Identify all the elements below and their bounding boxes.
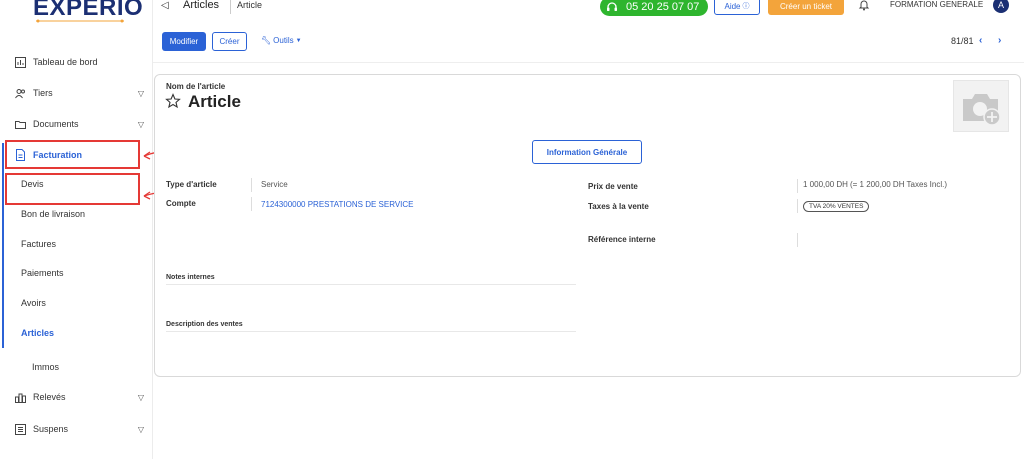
price-label: Prix de vente: [588, 182, 638, 191]
sidebar-item-paiements[interactable]: Paiements: [0, 262, 153, 284]
sidebar-item-releves[interactable]: Relevés ▽: [0, 386, 153, 408]
divider: [797, 179, 798, 193]
divider: [797, 233, 798, 247]
sidebar-item-label: Avoirs: [21, 298, 46, 308]
headset-icon: [607, 1, 617, 11]
chevron-down-icon[interactable]: ▽: [136, 425, 146, 434]
sidebar-item-label: Tiers: [33, 88, 53, 98]
sidebar-item-documents[interactable]: Documents ▽: [0, 113, 153, 135]
article-name[interactable]: Article: [188, 92, 241, 112]
article-name-label: Nom de l'article: [166, 82, 226, 91]
tax-tag[interactable]: TVA 20% VENTES: [803, 201, 870, 212]
bell-icon[interactable]: [858, 0, 870, 11]
notes-field[interactable]: [166, 284, 576, 285]
folder-icon: [13, 117, 27, 131]
sidebar-item-immos[interactable]: Immos: [0, 356, 153, 378]
app-root: EXPERIO Tableau de bord Tiers ▽ Document…: [0, 0, 1024, 459]
create-button[interactable]: Créer: [212, 32, 247, 51]
modify-button[interactable]: Modifier: [162, 32, 206, 51]
breadcrumb-current: Article: [237, 0, 263, 10]
list-icon: [13, 422, 27, 436]
ref-label: Référence interne: [588, 235, 656, 244]
account-value[interactable]: 7124300000 PRESTATIONS DE SERVICE: [261, 200, 414, 209]
help-circle-icon: ⓘ: [742, 3, 750, 10]
caret-down-icon: ▼: [295, 37, 302, 44]
dashboard-icon: [13, 55, 27, 69]
sidebar-item-label: Tableau de bord: [33, 57, 98, 67]
sidebar-item-label: Bon de livraison: [21, 209, 86, 219]
photo-placeholder[interactable]: [953, 80, 1009, 132]
sidebar-item-suspens[interactable]: Suspens ▽: [0, 418, 153, 440]
breadcrumb-separator: [230, 0, 231, 14]
wrench-icon: 🔧︎: [261, 36, 272, 45]
tax-label: Taxes à la vente: [588, 202, 649, 211]
sidebar-item-articles[interactable]: Articles: [0, 322, 153, 344]
type-value[interactable]: Service: [261, 180, 288, 189]
divider: [251, 197, 252, 211]
chevron-down-icon[interactable]: ▽: [136, 393, 146, 402]
divider: [251, 178, 252, 192]
sales-description-field[interactable]: [166, 331, 576, 332]
next-page-icon[interactable]: ›: [998, 35, 1001, 46]
pager-count: 81/81: [951, 36, 974, 46]
sales-description-label: Description des ventes: [166, 321, 243, 328]
phone-button[interactable]: 05 20 25 07 07: [600, 0, 708, 16]
sidebar-item-label: Suspens: [33, 424, 69, 434]
top-bar: ◁ Articles Article 05 20 25 07 07 Aide ⓘ…: [153, 0, 1024, 18]
tools-label: Outils: [273, 36, 294, 45]
sidebar-item-factures[interactable]: Factures: [0, 233, 153, 255]
camera-add-icon: [963, 94, 1001, 126]
divider: [153, 62, 1024, 63]
breadcrumb-title[interactable]: Articles: [183, 0, 219, 11]
sidebar-item-avoirs[interactable]: Avoirs: [0, 292, 153, 314]
sidebar-item-label: Documents: [33, 119, 79, 129]
sidebar: EXPERIO Tableau de bord Tiers ▽ Document…: [0, 0, 153, 459]
type-label: Type d'article: [166, 180, 217, 189]
price-ttc: (= 1 200,00 DH Taxes Incl.): [850, 180, 948, 189]
sidebar-item-tiers[interactable]: Tiers ▽: [0, 82, 153, 104]
price-value[interactable]: 1 000,00 DH: [803, 180, 848, 189]
sidebar-item-label: Factures: [21, 239, 57, 249]
annotation-box-devis: [5, 173, 140, 205]
sidebar-item-label: Immos: [32, 362, 59, 372]
chevron-down-icon[interactable]: ▽: [136, 120, 146, 129]
tab-information-generale[interactable]: Information Générale: [532, 140, 642, 164]
avatar[interactable]: A: [993, 0, 1009, 13]
users-icon: [13, 86, 27, 100]
back-arrow-icon[interactable]: ◁: [161, 0, 169, 11]
chart-icon: [13, 390, 27, 404]
logo-circuit-icon: [36, 19, 124, 23]
sidebar-item-label: Articles: [21, 328, 55, 338]
sidebar-item-bon-de-livraison[interactable]: Bon de livraison: [0, 203, 153, 225]
help-button[interactable]: Aide ⓘ: [714, 0, 760, 15]
star-icon[interactable]: [165, 93, 181, 109]
help-label: Aide: [724, 1, 741, 11]
company-name[interactable]: FORMATION GENERALE: [890, 0, 983, 9]
tools-dropdown[interactable]: 🔧︎ Outils ▼: [261, 36, 302, 45]
phone-number: 05 20 25 07 07: [626, 0, 700, 13]
notes-label: Notes internes: [166, 274, 215, 281]
account-label: Compte: [166, 199, 196, 208]
annotation-box-facturation: [5, 140, 140, 169]
sidebar-item-label: Relevés: [33, 392, 66, 402]
create-ticket-button[interactable]: Créer un ticket: [768, 0, 844, 15]
sidebar-item-label: Paiements: [21, 268, 64, 278]
chevron-down-icon[interactable]: ▽: [136, 89, 146, 98]
divider: [797, 199, 798, 213]
prev-page-icon[interactable]: ‹: [979, 35, 982, 46]
sidebar-item-tableau-de-bord[interactable]: Tableau de bord: [0, 51, 153, 73]
